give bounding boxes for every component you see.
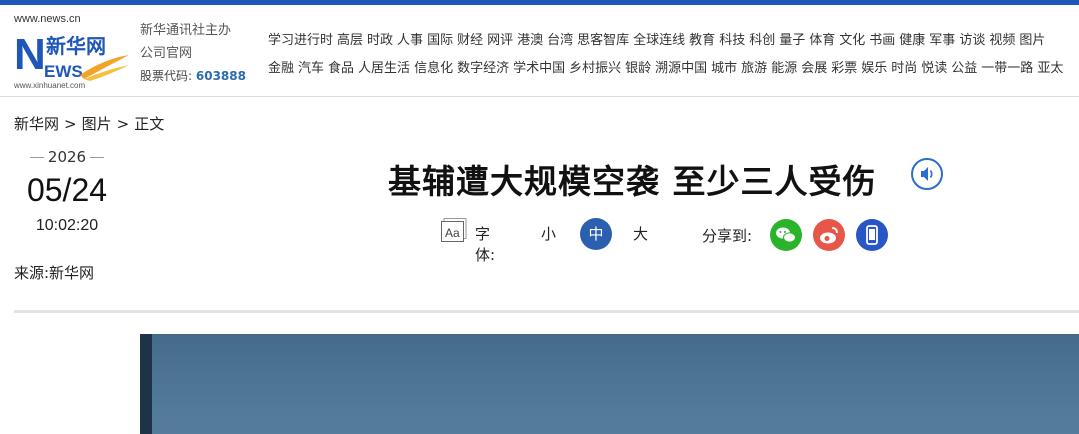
nav-link[interactable]: 数字经济 — [457, 61, 509, 76]
sponsor-line-2: 公司官网 — [140, 46, 193, 61]
nav-link[interactable]: 访谈 — [959, 33, 985, 48]
article-photo — [140, 334, 1079, 434]
article-source: 来源:新华网 — [14, 264, 95, 282]
font-small-button[interactable]: 小 — [541, 223, 556, 244]
breadcrumb-section[interactable]: 图片 — [82, 115, 112, 133]
nav-link[interactable]: 思客智库 — [577, 33, 629, 48]
nav-link[interactable]: 彩票 — [831, 61, 857, 76]
nav-link[interactable]: 量子 — [779, 33, 805, 48]
nav-link[interactable]: 教育 — [689, 33, 715, 48]
nav-link[interactable]: 娱乐 — [861, 61, 887, 76]
nav-link[interactable]: 高层 — [337, 33, 363, 48]
sponsor-info: 新华通讯社主办 公司官网 股票代码: 603888 — [140, 19, 246, 88]
nav-link[interactable]: 亚太 — [1037, 61, 1063, 76]
font-large-button[interactable]: 大 — [633, 223, 648, 244]
svg-text:新华网: 新华网 — [46, 34, 106, 58]
nav-link[interactable]: 悦读 — [921, 61, 947, 76]
nav-link[interactable]: 科创 — [749, 33, 775, 48]
nav-link[interactable]: 文化 — [839, 33, 865, 48]
nav-link[interactable]: 人居生活 — [358, 61, 410, 76]
nav-link[interactable]: 书画 — [869, 33, 895, 48]
nav-link[interactable]: 银龄 — [625, 61, 651, 76]
channel-nav-row-1: 学习进行时 高层 时政 人事 国际 财经 网评 港澳 台湾 思客智库 全球连线 教育 科技 科创 量子 体育文… — [268, 29, 1049, 48]
nav-link[interactable]: 视频 — [989, 33, 1015, 48]
svg-text:N: N — [14, 30, 46, 79]
nav-link[interactable]: 城市 — [711, 61, 737, 76]
nav-link[interactable]: 财经 — [457, 33, 483, 48]
font-size-label: 字体: — [475, 225, 496, 264]
nav-link[interactable]: 金融 — [268, 61, 294, 76]
font-aa-icon: Aa — [441, 218, 467, 242]
xinhua-logo[interactable]: www.news.cn N 新华网 EWS www.xinhuanet.com — [12, 13, 132, 93]
stock-code-line: 股票代码: 603888 — [140, 65, 246, 88]
nav-link[interactable]: 时尚 — [891, 61, 917, 76]
nav-link[interactable]: 溯源中国 — [655, 61, 707, 76]
nav-link[interactable]: 健康 — [899, 33, 925, 48]
nav-link[interactable]: 学习进行时 — [268, 33, 333, 48]
nav-link[interactable]: 食品 — [328, 61, 354, 76]
publish-date: 2026 05/24 10:02:20 — [14, 148, 120, 235]
nav-link[interactable]: 会展 — [801, 61, 827, 76]
publish-time: 10:02:20 — [35, 217, 99, 234]
sponsor-line-1: 新华通讯社主办 — [140, 23, 232, 38]
stock-label: 股票代码: — [140, 69, 193, 83]
nav-link[interactable]: 时政 — [367, 33, 393, 48]
nav-link[interactable]: 台湾 — [547, 33, 573, 48]
speaker-icon[interactable] — [911, 158, 943, 190]
breadcrumb: 新华网 > 图片 > 正文 — [14, 113, 169, 134]
nav-link[interactable]: 乡村振兴 — [569, 61, 621, 76]
weibo-icon[interactable] — [813, 219, 845, 251]
nav-link[interactable]: 能源 — [771, 61, 797, 76]
stock-code: 603888 — [195, 69, 246, 83]
share-label: 分享到: — [702, 227, 753, 245]
nav-link[interactable]: 旅游 — [741, 61, 767, 76]
nav-link[interactable]: 公益 — [951, 61, 977, 76]
site-header: www.news.cn N 新华网 EWS www.xinhuanet.com … — [0, 5, 1079, 97]
nav-link[interactable]: 科技 — [719, 33, 745, 48]
nav-link[interactable]: 国际 — [427, 33, 453, 48]
mobile-icon[interactable] — [856, 219, 888, 251]
nav-link[interactable]: 体育 — [809, 33, 835, 48]
nav-link[interactable]: 全球连线 — [633, 33, 685, 48]
svg-text:Aa: Aa — [445, 226, 460, 240]
nav-link[interactable]: 一带一路 — [981, 61, 1033, 76]
logo-url-top: www.news.cn — [14, 13, 81, 25]
nav-link[interactable]: 军事 — [929, 33, 955, 48]
nav-link[interactable]: 网评 — [487, 33, 513, 48]
nav-link[interactable]: 港澳 — [517, 33, 543, 48]
breadcrumb-home[interactable]: 新华网 — [14, 115, 59, 133]
channel-nav-row-2: 金融 汽车 食品 人居生活 信息化 数字经济 学术中国 乡村振兴 银龄 溯源中国 城市 旅游 能源 会展彩… — [268, 57, 1067, 76]
breadcrumb-current: 正文 — [134, 115, 165, 133]
publish-year: 2026 — [14, 148, 120, 166]
nav-link[interactable]: 汽车 — [298, 61, 324, 76]
nav-link[interactable]: 学术中国 — [513, 61, 565, 76]
news-logo-mark: N 新华网 EWS — [14, 30, 129, 81]
photo-dark-edge — [140, 334, 152, 434]
nav-link[interactable]: 图片 — [1019, 33, 1045, 48]
section-divider — [14, 310, 1079, 313]
nav-link[interactable]: 人事 — [397, 33, 423, 48]
breadcrumb-separator: > — [116, 115, 130, 133]
publish-month-day: 05/24 — [26, 172, 108, 208]
svg-text:EWS: EWS — [44, 62, 83, 81]
nav-link[interactable]: 信息化 — [414, 61, 453, 76]
font-medium-button[interactable]: 中 — [580, 218, 612, 250]
logo-url-bottom: www.xinhuanet.com — [14, 81, 86, 90]
article-title: 基辅遭大规模空袭 至少三人受伤 — [388, 162, 877, 201]
breadcrumb-separator: > — [64, 115, 77, 133]
wechat-icon[interactable] — [770, 219, 802, 251]
